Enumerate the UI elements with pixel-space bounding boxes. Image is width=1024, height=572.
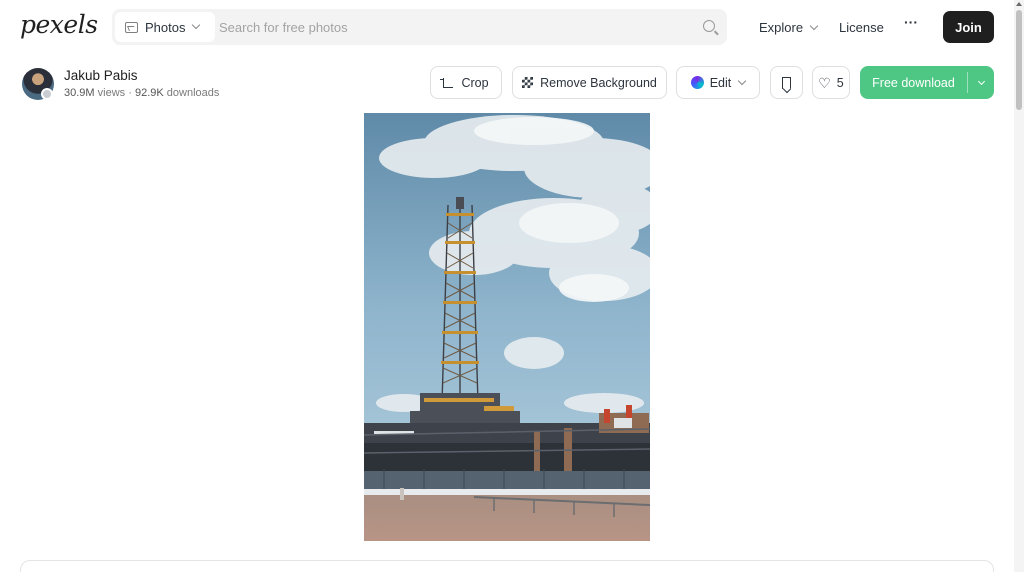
author-stats: 30.9M views · 92.9K downloads <box>64 87 219 99</box>
chevron-down-icon <box>977 77 985 85</box>
crop-label: Crop <box>461 75 489 90</box>
remove-background-button[interactable]: Remove Background <box>512 66 667 99</box>
like-count: 5 <box>836 75 844 90</box>
downloads-count: 92.9K <box>134 87 164 99</box>
photo-details-card <box>20 560 994 572</box>
search-icon[interactable] <box>703 20 715 32</box>
search-input[interactable] <box>218 12 688 42</box>
search-type-label: Photos <box>145 19 186 35</box>
checkerboard-icon <box>522 77 534 88</box>
nav-license[interactable]: License <box>839 20 884 35</box>
avatar-badge-icon <box>41 88 53 100</box>
scroll-up-arrow-icon[interactable] <box>1016 2 1022 6</box>
more-menu-button[interactable]: ··· <box>904 14 918 30</box>
canva-icon <box>690 76 704 89</box>
crop-button[interactable]: Crop <box>430 66 502 99</box>
chevron-down-icon <box>738 76 747 85</box>
views-label: views <box>97 87 126 99</box>
image-icon <box>125 21 138 33</box>
pexels-logo[interactable]: pexels <box>20 10 98 39</box>
download-options-button[interactable] <box>968 66 994 99</box>
free-download-label[interactable]: Free download <box>860 66 967 99</box>
main-photo[interactable] <box>364 113 650 541</box>
bookmark-button[interactable] <box>770 66 803 99</box>
chevron-down-icon <box>192 20 201 30</box>
remove-background-label: Remove Background <box>540 75 657 90</box>
page-scrollbar[interactable] <box>1014 0 1024 572</box>
nav-explore-label: Explore <box>759 20 804 35</box>
like-button[interactable]: ♡ 5 <box>812 66 850 99</box>
edit-button[interactable]: Edit <box>676 66 760 99</box>
chevron-down-icon <box>809 21 819 30</box>
downloads-label: downloads <box>166 87 220 99</box>
free-download-button[interactable]: Free download <box>860 66 994 99</box>
search-type-dropdown[interactable]: Photos <box>115 12 215 42</box>
photo-industrial-tower <box>364 113 650 541</box>
stats-separator: · <box>128 87 132 99</box>
views-count: 30.9M <box>64 87 95 99</box>
edit-label: Edit <box>709 75 732 90</box>
scroll-thumb[interactable] <box>1016 10 1022 110</box>
top-header: pexels Photos Explore License ··· Join <box>0 0 1014 54</box>
join-button[interactable]: Join <box>943 11 994 43</box>
bookmark-icon <box>782 76 791 89</box>
crop-icon <box>440 77 454 88</box>
heart-icon: ♡ <box>818 74 831 91</box>
search-bar: Photos <box>112 9 727 45</box>
nav-explore[interactable]: Explore <box>759 20 819 35</box>
author-name[interactable]: Jakub Pabis <box>64 68 138 83</box>
